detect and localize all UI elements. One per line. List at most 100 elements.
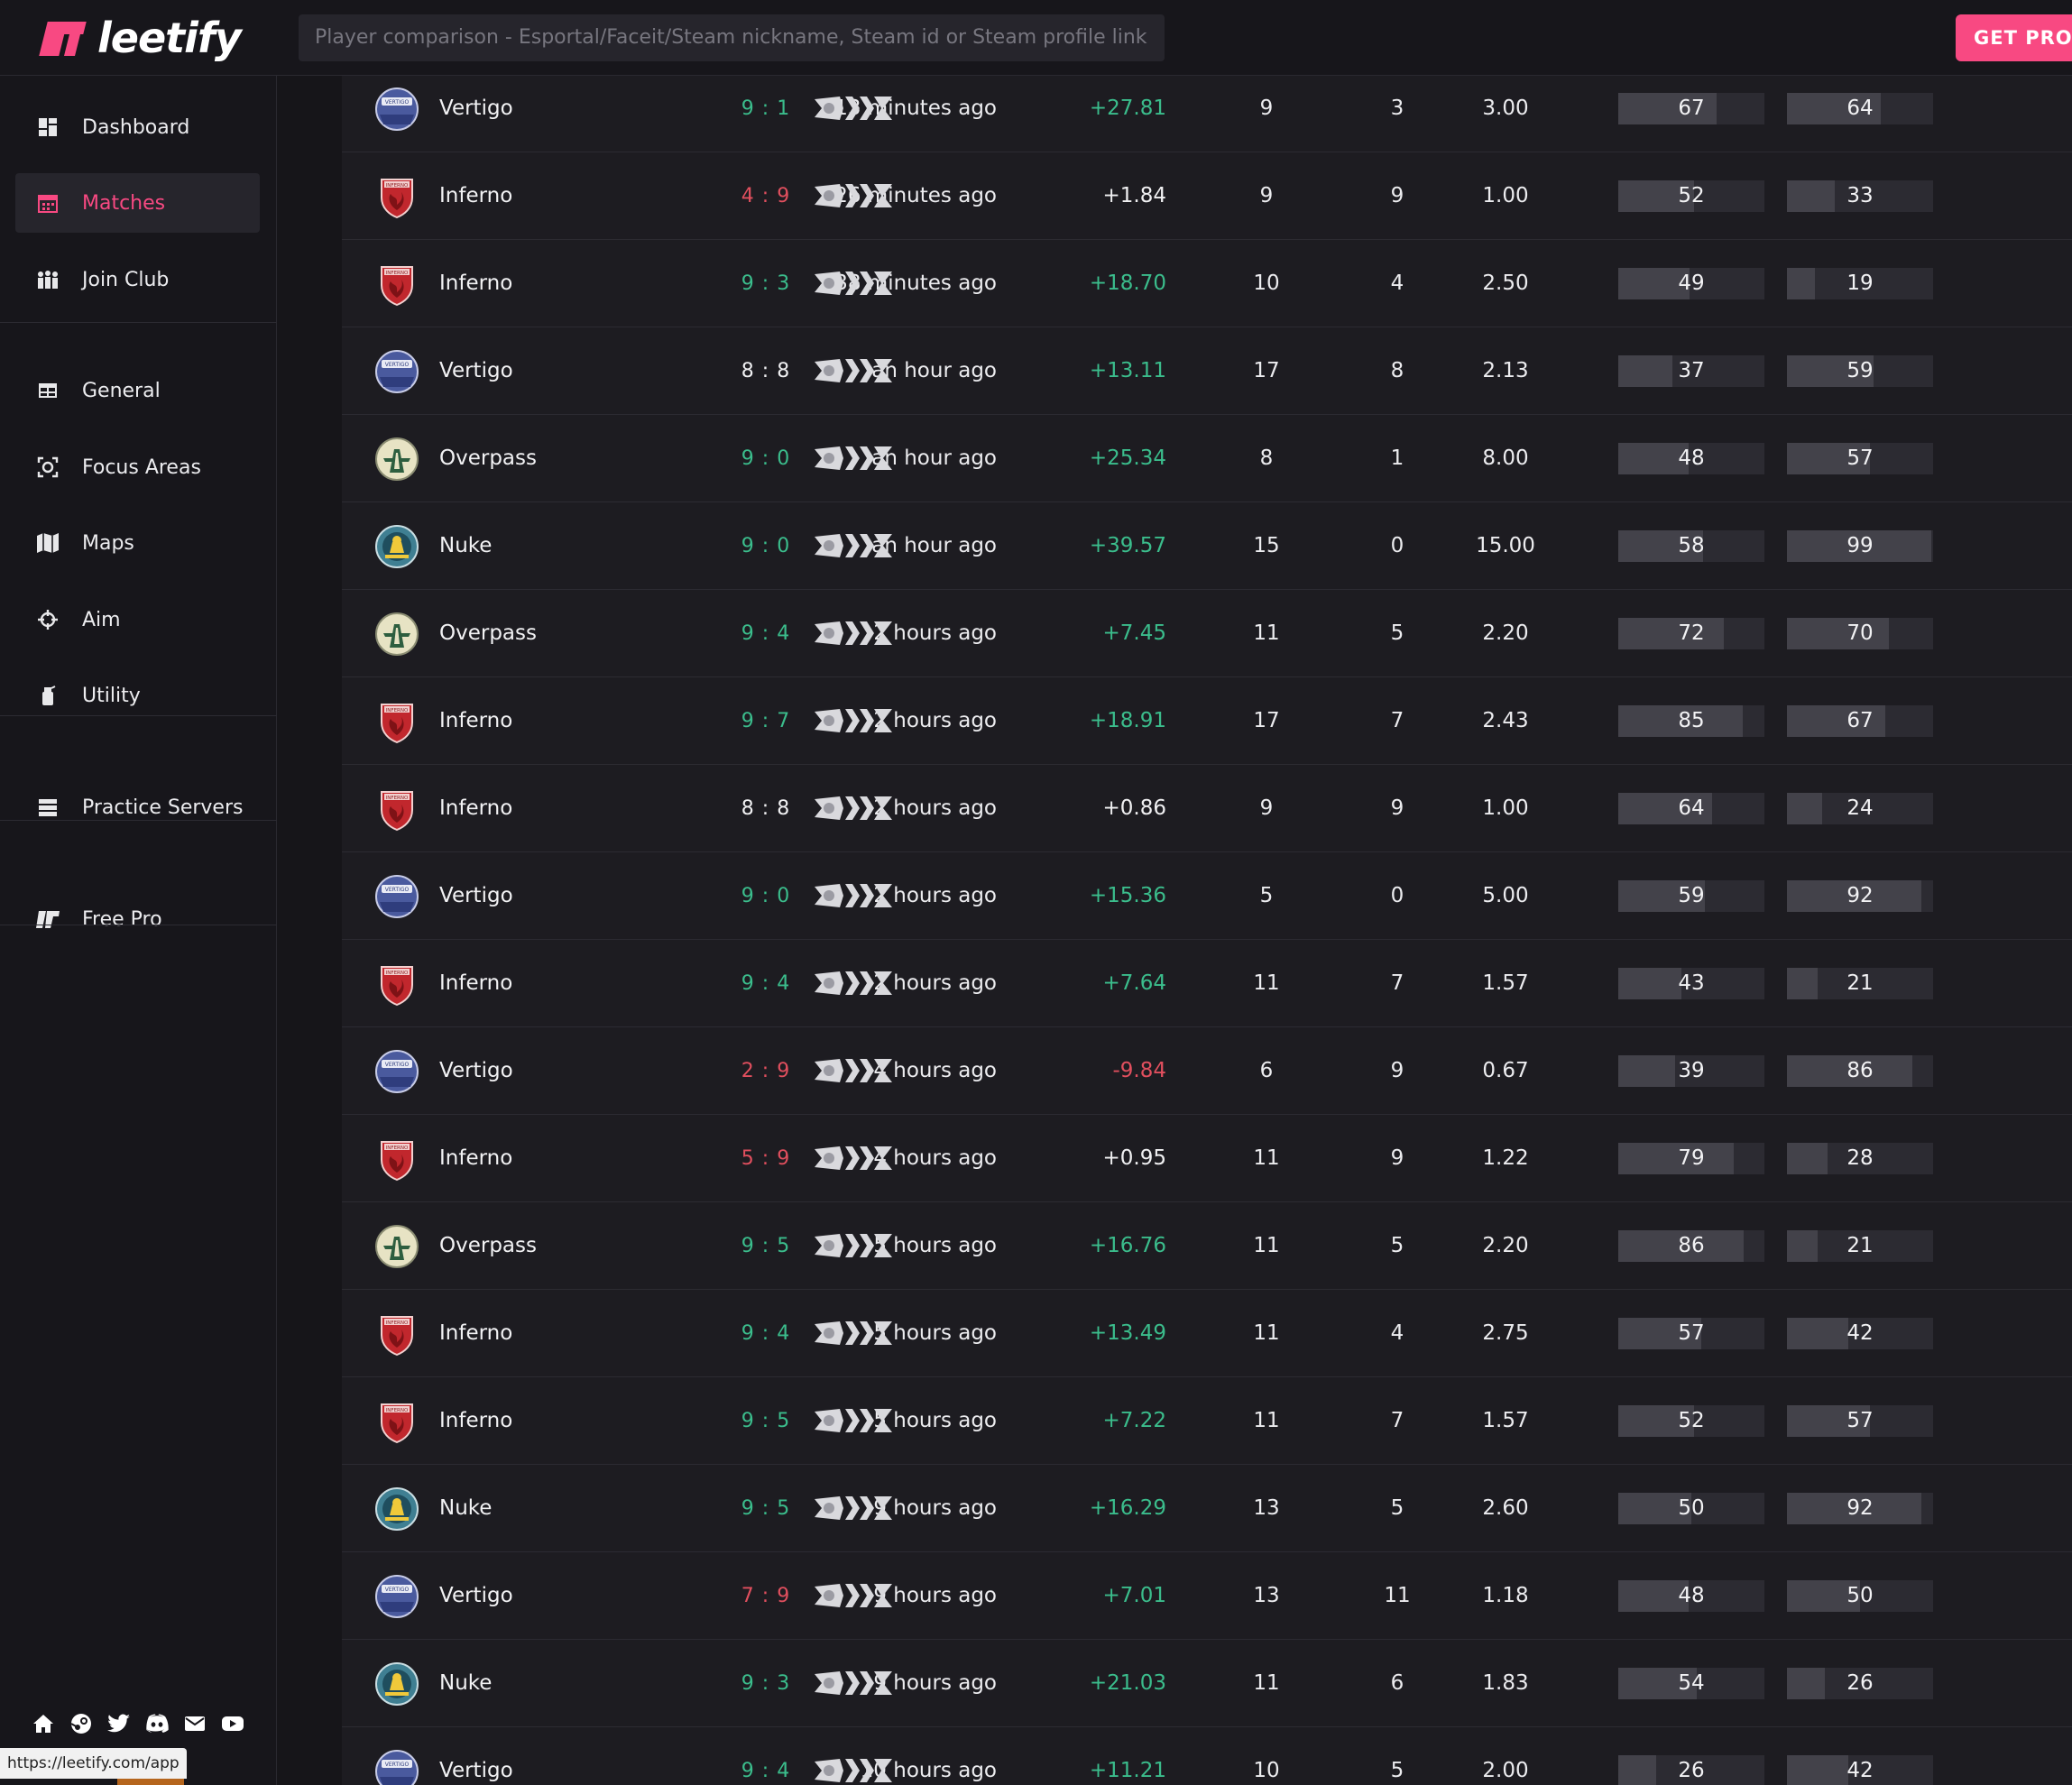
steam-icon[interactable]: [68, 1710, 95, 1737]
match-row[interactable]: INFERNO Inferno 2 hours ago 8 : 8 +0.86 9 9 1.0…: [342, 765, 2072, 852]
crosshair-icon: [35, 607, 60, 632]
stat-bar-2: 42: [1787, 1318, 1933, 1349]
leetify-logo[interactable]: leetify: [39, 13, 242, 63]
match-row[interactable]: VERTIGO Vertigo 9 hours ago 7 : 9 +7.01 13 11 1…: [342, 1552, 2072, 1640]
match-row[interactable]: VERTIGO Vertigo 13 minutes ago 9 : 1 +27.81 9…: [342, 76, 2072, 152]
map-vertigo-icon: VERTIGO: [374, 1749, 419, 1785]
discord-icon[interactable]: [143, 1710, 170, 1737]
match-row[interactable]: Overpass an hour ago 9 : 0 +25.34 8 1 8.00 48 57: [342, 415, 2072, 502]
match-score: 4 : 9: [741, 185, 791, 207]
map-name: Overpass: [439, 1234, 537, 1257]
match-row[interactable]: Overpass 5 hours ago 9 : 5 +16.76 11 5 2.20 86 2…: [342, 1202, 2072, 1290]
match-row[interactable]: INFERNO Inferno 4 hours ago 5 : 9 +0.95 11 9 1.…: [342, 1115, 2072, 1202]
stat-bar-2: 92: [1787, 1493, 1933, 1524]
sidebar-item-dashboard[interactable]: Dashboard: [15, 97, 260, 157]
rating-value: +15.36: [1089, 884, 1166, 907]
map-inferno-icon: INFERNO: [374, 174, 419, 219]
club-icon: [35, 267, 60, 292]
mail-icon[interactable]: [181, 1710, 208, 1737]
match-score: 9 : 5: [741, 1410, 791, 1432]
rank-icon: [813, 181, 894, 210]
map-inferno-icon: INFERNO: [374, 1399, 419, 1444]
stat-bar-1: 64: [1618, 793, 1764, 824]
stat-bar-2: 70: [1787, 618, 1933, 649]
sidebar-item-label: Practice Servers: [82, 796, 244, 819]
stat-bar-value: 21: [1846, 1234, 1874, 1257]
match-row[interactable]: Nuke an hour ago 9 : 0 +39.57 15 0 15.00 58 99: [342, 502, 2072, 590]
match-row[interactable]: INFERNO Inferno 5 hours ago 9 : 4 +13.49 11 4 2…: [342, 1290, 2072, 1377]
stat-bar-2: 92: [1787, 880, 1933, 912]
map-name: Vertigo: [439, 1059, 513, 1082]
stat-bar-value: 21: [1846, 971, 1874, 995]
match-row[interactable]: VERTIGO Vertigo 4 hours ago 2 : 9 -9.84 6 9 0.6…: [342, 1027, 2072, 1115]
get-pro-button[interactable]: GET PRO: [1956, 14, 2072, 61]
kills-value: 5: [1259, 884, 1274, 907]
stat-bar-1: 58: [1618, 530, 1764, 562]
map-overpass-icon: [374, 612, 419, 657]
match-row[interactable]: INFERNO Inferno 26 minutes ago 4 : 9 +1.84 9 9…: [342, 152, 2072, 240]
stat-bar-value: 64: [1678, 796, 1705, 820]
rating-value: +0.95: [1102, 1146, 1166, 1170]
stat-bar-value: 67: [1678, 97, 1705, 120]
match-row[interactable]: INFERNO Inferno 38 minutes ago 9 : 3 +18.70 1…: [342, 240, 2072, 327]
stat-bar-value: 72: [1678, 621, 1705, 645]
sidebar-item-label: Free Pro: [82, 907, 162, 931]
map-overpass-icon: [374, 437, 419, 482]
map-vertigo-icon: VERTIGO: [374, 349, 419, 394]
logo-text: leetify: [97, 14, 242, 62]
rating-value: +7.22: [1102, 1409, 1166, 1432]
sidebar-item-label: Dashboard: [82, 115, 190, 139]
stat-bar-2: 64: [1787, 93, 1933, 124]
match-row[interactable]: VERTIGO Vertigo 2 hours ago 9 : 0 +15.36 5 0 5.…: [342, 852, 2072, 940]
sidebar-item-focus-areas[interactable]: Focus Areas: [15, 437, 260, 497]
rating-value: +21.03: [1089, 1671, 1166, 1695]
sidebar-item-label: Focus Areas: [82, 455, 201, 479]
stat-bar-value: 42: [1846, 1321, 1874, 1345]
map-name: Inferno: [439, 796, 513, 820]
map-inferno-icon: INFERNO: [374, 787, 419, 832]
match-row[interactable]: Nuke 9 hours ago 9 : 3 +21.03 11 6 1.83 54 26: [342, 1640, 2072, 1727]
dashboard-icon: [35, 115, 60, 140]
match-row[interactable]: INFERNO Inferno 2 hours ago 9 : 4 +7.64 11 7 1.…: [342, 940, 2072, 1027]
map-overpass-icon: [374, 1224, 419, 1269]
sidebar-item-free-pro[interactable]: Free Pro: [15, 889, 260, 949]
match-row[interactable]: Overpass 2 hours ago 9 : 4 +7.45 11 5 2.20 72 70: [342, 590, 2072, 677]
deaths-value: 5: [1390, 621, 1404, 645]
deaths-value: 9: [1390, 1146, 1404, 1170]
stat-bar-1: 50: [1618, 1493, 1764, 1524]
kd-value: 3.00: [1482, 97, 1529, 120]
match-row[interactable]: VERTIGO Vertigo an hour ago 8 : 8 +13.11 17 8 2…: [342, 327, 2072, 415]
twitter-icon[interactable]: [106, 1710, 133, 1737]
kd-value: 1.83: [1482, 1671, 1529, 1695]
rank-icon: [813, 444, 894, 473]
stat-bar-1: 59: [1618, 880, 1764, 912]
sidebar-divider: [0, 322, 277, 323]
map-inferno-icon: INFERNO: [374, 1136, 419, 1182]
svg-text:INFERNO: INFERNO: [386, 271, 409, 276]
rank-icon: [813, 269, 894, 298]
stat-bar-value: 50: [1678, 1496, 1705, 1520]
sidebar-item-matches[interactable]: Matches: [15, 173, 260, 233]
sidebar-item-aim[interactable]: Aim: [15, 590, 260, 649]
focus-icon: [35, 455, 60, 480]
kills-value: 10: [1253, 1759, 1280, 1782]
match-row[interactable]: VERTIGO Vertigo 10 hours ago 9 : 4 +11.21 10 5…: [342, 1727, 2072, 1785]
sidebar-item-utility[interactable]: Utility: [15, 666, 260, 725]
match-row[interactable]: INFERNO Inferno 2 hours ago 9 : 7 +18.91 17 7 2…: [342, 677, 2072, 765]
map-inferno-icon: INFERNO: [374, 262, 419, 307]
sidebar-item-general[interactable]: General: [15, 361, 260, 420]
match-row[interactable]: INFERNO Inferno 5 hours ago 9 : 5 +7.22 11 7 1.…: [342, 1377, 2072, 1465]
kd-value: 2.00: [1482, 1759, 1529, 1782]
home-icon[interactable]: [30, 1710, 57, 1737]
sidebar-item-join-club[interactable]: Join Club: [15, 250, 260, 309]
stat-bar-1: 49: [1618, 268, 1764, 299]
stat-bar-2: 42: [1787, 1755, 1933, 1785]
deaths-value: 5: [1390, 1759, 1404, 1782]
youtube-icon[interactable]: [219, 1710, 246, 1737]
match-row[interactable]: Nuke 9 hours ago 9 : 5 +16.29 13 5 2.60 50 92: [342, 1465, 2072, 1552]
sidebar-item-practice-servers[interactable]: Practice Servers: [15, 777, 260, 837]
match-score: 9 : 4: [741, 972, 791, 995]
player-search-input[interactable]: [299, 14, 1165, 61]
sidebar-item-maps[interactable]: Maps: [15, 513, 260, 573]
deaths-value: 0: [1390, 884, 1404, 907]
